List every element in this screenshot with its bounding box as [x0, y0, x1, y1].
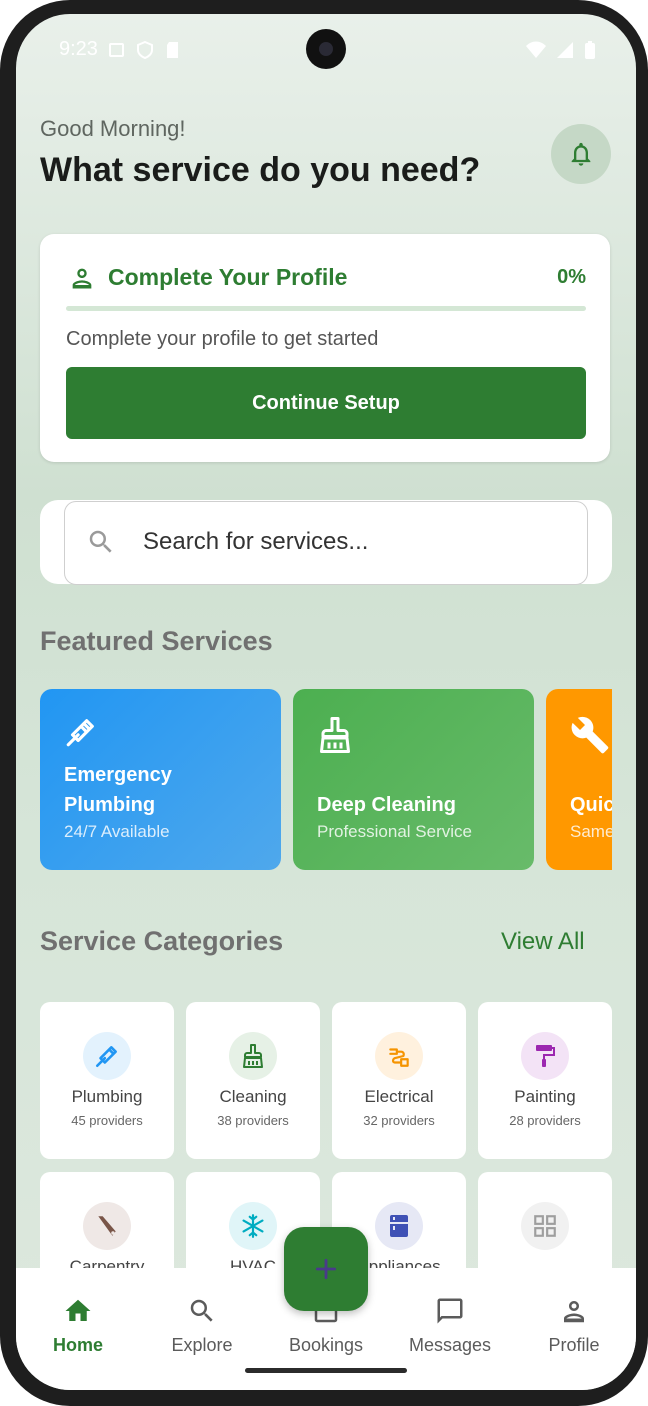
category-more[interactable] [478, 1172, 612, 1268]
categories-title: Service Categories [40, 926, 284, 956]
status-icons-left [108, 41, 182, 59]
profile-progress-bar [66, 306, 586, 311]
plus-icon [315, 1258, 337, 1280]
status-icons-right [526, 41, 596, 59]
category-name: Cleaning [219, 1087, 287, 1106]
featured-card-emergency-plumbing[interactable]: Emergency Plumbing 24/7 Available [40, 689, 281, 870]
signal-icon [557, 42, 573, 58]
search-icon [86, 527, 116, 562]
broom-icon [229, 1032, 277, 1080]
featured-carousel[interactable]: Emergency Plumbing 24/7 Available Deep C… [40, 689, 612, 871]
wifi-icon [526, 41, 546, 58]
continue-setup-button[interactable]: Continue Setup [66, 367, 586, 439]
grid-icon [521, 1202, 569, 1250]
nav-home[interactable]: Home [23, 1296, 133, 1356]
paint-roller-icon [521, 1032, 569, 1080]
profile-percent: 0% [557, 266, 586, 288]
shield-icon [137, 41, 153, 59]
snowflake-icon [229, 1202, 277, 1250]
nav-label: Messages [408, 1335, 492, 1355]
home-indicator [245, 1368, 407, 1373]
sd-card-icon [167, 42, 178, 58]
bell-icon [571, 142, 591, 166]
status-time: 9:23 [59, 38, 98, 60]
home-icon [65, 1299, 91, 1321]
featured-card-title-line1: Emergency [64, 764, 172, 786]
screenshot-icon [109, 43, 124, 57]
search-placeholder: Search for services... [143, 528, 369, 555]
nav-messages[interactable]: Messages [395, 1296, 505, 1356]
category-painting[interactable]: Painting 28 providers [478, 1002, 612, 1159]
front-camera [306, 29, 346, 69]
greeting: Good Morning! [40, 116, 186, 141]
page-title: What service do you need? [40, 151, 481, 189]
featured-card-subtitle: Professional Service [317, 822, 472, 841]
phone-frame: 9:23 Good Morning! What service do you n… [0, 0, 648, 1406]
featured-card-subtitle: Same [570, 822, 612, 841]
nav-label: Home [52, 1335, 103, 1355]
broom-icon [317, 715, 353, 760]
nav-label: Explore [171, 1335, 233, 1355]
featured-card-title: Quic [570, 794, 612, 816]
category-providers: 45 providers [71, 1113, 143, 1128]
plug-icon [375, 1032, 423, 1080]
person-icon [68, 264, 96, 297]
search-icon [190, 1299, 213, 1322]
pipe-wrench-icon [83, 1032, 131, 1080]
add-button[interactable] [284, 1227, 368, 1311]
category-providers: 28 providers [509, 1113, 581, 1128]
featured-card-title: Deep Cleaning [317, 794, 456, 816]
category-name: Plumbing [71, 1087, 143, 1106]
category-name: Painting [514, 1087, 576, 1106]
category-providers: 32 providers [363, 1113, 435, 1128]
category-electrical[interactable]: Electrical 32 providers [332, 1002, 466, 1159]
notifications-button[interactable] [551, 124, 611, 184]
wrench-icon [570, 715, 610, 760]
saw-icon [83, 1202, 131, 1250]
nav-explore[interactable]: Explore [147, 1296, 257, 1356]
featured-title: Featured Services [40, 626, 273, 656]
battery-icon [585, 41, 595, 59]
status-bar: 9:23 [16, 14, 636, 84]
featured-card-subtitle: 24/7 Available [64, 822, 170, 841]
category-plumbing[interactable]: Plumbing 45 providers [40, 1002, 174, 1159]
person-icon [564, 1301, 584, 1323]
featured-card-quick[interactable]: Quic Same [546, 689, 612, 870]
nav-label: Bookings [288, 1335, 364, 1355]
profile-card-subtitle: Complete your profile to get started [66, 328, 379, 350]
appliance-icon [375, 1202, 423, 1250]
app-screen: 9:23 Good Morning! What service do you n… [16, 14, 636, 1390]
category-providers: 38 providers [217, 1113, 289, 1128]
pipe-wrench-icon [64, 715, 98, 754]
nav-label: Profile [548, 1335, 600, 1355]
featured-card-title-line2: Plumbing [64, 794, 156, 816]
featured-card-deep-cleaning[interactable]: Deep Cleaning Professional Service [293, 689, 534, 870]
profile-card-title: Complete Your Profile [108, 264, 348, 290]
category-cleaning[interactable]: Cleaning 38 providers [186, 1002, 320, 1159]
nav-profile[interactable]: Profile [519, 1296, 629, 1356]
view-all-link[interactable]: View All [501, 928, 585, 956]
chat-icon [437, 1298, 463, 1324]
category-name: Electrical [364, 1087, 434, 1106]
category-name: Carpentry [69, 1257, 145, 1268]
category-carpentry[interactable]: Carpentry [40, 1172, 174, 1268]
